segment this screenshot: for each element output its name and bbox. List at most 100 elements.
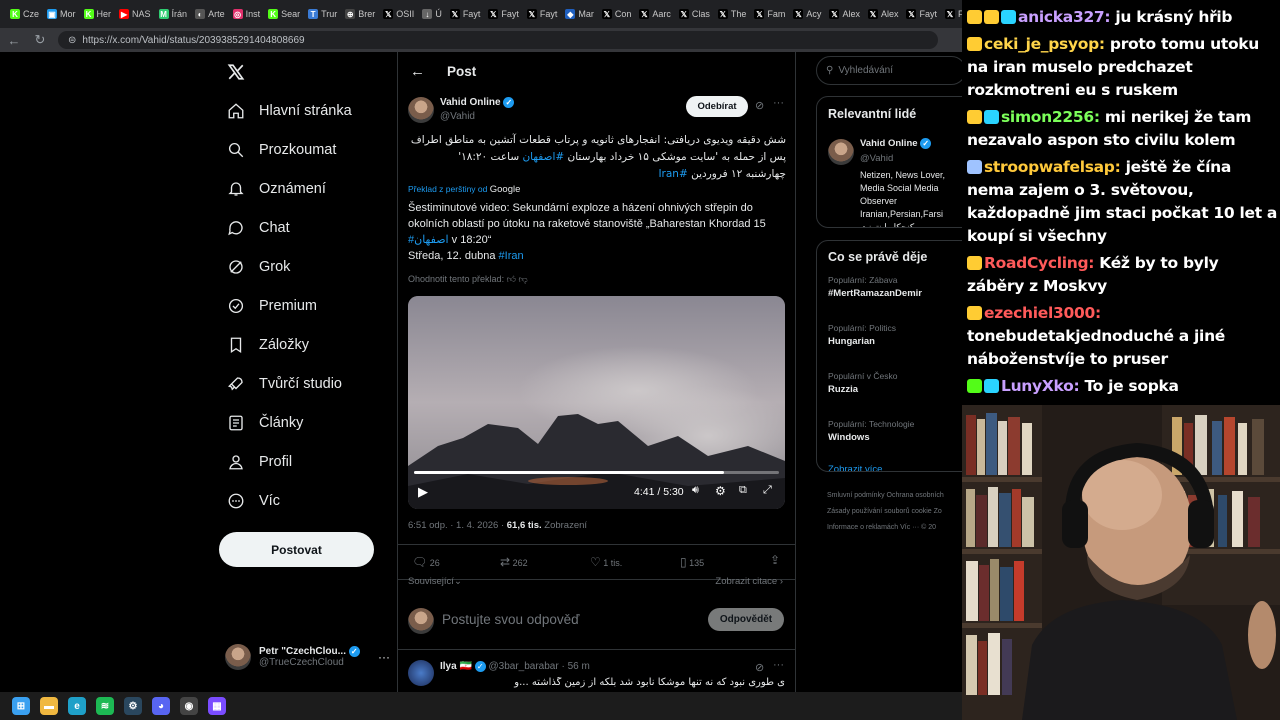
browser-tab[interactable]: ▶ NAS (115, 3, 155, 25)
address-bar[interactable]: ⊜ https://x.com/Vahid/status/20393852914… (58, 31, 938, 49)
chat-username[interactable]: stroopwafelsap (984, 158, 1115, 176)
browser-tab[interactable]: 𝕏 Acy (789, 3, 825, 25)
grok-icon[interactable]: ⊘ (755, 99, 764, 112)
browser-tab[interactable]: ◆ Mar (561, 3, 598, 25)
browser-tab[interactable]: 𝕏Fayt (523, 3, 562, 25)
show-more-link[interactable]: Zobrazit více (817, 460, 962, 471)
account-switcher[interactable]: Petr "CzechClou... ✓ @TrueCzechCloud ··· (225, 637, 390, 677)
more-dots-icon[interactable]: ··· (773, 97, 784, 109)
thumbs-up-icon[interactable]: 👍︎ (507, 274, 516, 284)
author-name[interactable]: Vahid Online (440, 97, 501, 108)
search-box[interactable]: ⚲ Vyhledávání (816, 56, 962, 85)
related-link[interactable]: Související (408, 576, 454, 587)
author-avatar[interactable] (408, 97, 434, 123)
browser-tab[interactable]: 𝕏Fayt (941, 3, 962, 25)
browser-tab[interactable]: 𝕏 The (714, 3, 751, 25)
search-input[interactable]: Vyhledávání (838, 65, 893, 76)
browser-tab[interactable]: K Her (80, 3, 116, 25)
browser-tab[interactable]: 𝕏 Alex (825, 3, 864, 25)
video-progress-track[interactable] (414, 471, 779, 474)
nav-item-search[interactable]: Prozkoumat (219, 130, 389, 169)
nav-item-home[interactable]: Hlavní stránka (219, 91, 389, 130)
app-icon[interactable]: ▦ (208, 697, 226, 715)
post-button[interactable]: Postovat (219, 532, 374, 567)
nav-item-grok[interactable]: Grok (219, 247, 389, 286)
translated-by-label[interactable]: Překlad z perštiny od (408, 184, 487, 194)
post-timestamp[interactable]: 6:51 odp. · 1. 4. 2026 · (408, 520, 507, 531)
browser-tab[interactable]: K Cze (6, 3, 43, 25)
reply-stat[interactable]: 🗨︎ 26 (412, 555, 440, 569)
discord-icon[interactable]: ◕ (152, 697, 170, 715)
chat-username[interactable]: ezechiel3000 (984, 304, 1095, 322)
hashtag-link[interactable]: #اصفهان (522, 151, 564, 163)
like-stat[interactable]: ♡ 1 tis. (590, 555, 622, 569)
nav-item-rocket[interactable]: Tvůrčí studio (219, 364, 389, 403)
more-dots-icon[interactable]: ··· (773, 659, 784, 671)
chat-username[interactable]: LunyXko (1001, 377, 1074, 395)
chat-username[interactable]: ceki_je_psyop (984, 35, 1099, 53)
browser-tab[interactable]: 𝕏Fayt (484, 3, 523, 25)
follow-button[interactable]: Odebírat (686, 96, 748, 117)
back-arrow-icon[interactable]: ← (6, 33, 22, 48)
spotify-icon[interactable]: ≋ (96, 697, 114, 715)
site-info-icon[interactable]: ⊜ (68, 35, 76, 46)
chat-username[interactable]: anicka327 (1018, 8, 1105, 26)
folder-icon[interactable]: ▬ (40, 697, 58, 715)
person-name[interactable]: Vahid Online (860, 138, 918, 149)
hashtag-link[interactable]: #Iran (499, 250, 524, 262)
video-player[interactable]: ▶ 4:41 / 5:30 🔊︎ ⚙ ⧉ ⤢ (408, 296, 785, 509)
volume-icon[interactable]: 🔊︎ (692, 484, 699, 497)
trend-item[interactable]: Populární: Technologie Windows (817, 419, 962, 460)
obs-icon[interactable]: ◉ (180, 697, 198, 715)
reply-input[interactable]: Postujte svou odpověď (442, 612, 579, 627)
reply-avatar[interactable] (408, 660, 434, 686)
browser-tab[interactable]: 𝕏 Con (598, 3, 636, 25)
browser-tab[interactable]: T Trur (304, 3, 341, 25)
settings-icon[interactable]: ⚙ (715, 484, 726, 498)
browser-tab[interactable]: 𝕏Fayt (902, 3, 941, 25)
picture-in-picture-icon[interactable]: ⧉ (739, 484, 747, 497)
browser-tab[interactable]: ↓ Ú (418, 3, 446, 25)
browser-tab[interactable]: ⊕ Brer (341, 3, 379, 25)
reply-button[interactable]: Odpovědět (708, 608, 784, 631)
person-avatar[interactable] (828, 139, 854, 165)
person-handle[interactable]: @Vahid (860, 153, 893, 164)
back-arrow-icon[interactable]: ← (410, 63, 425, 80)
windows-icon[interactable]: ⊞ (12, 697, 30, 715)
reply-handle[interactable]: @3bar_barabar (488, 661, 558, 672)
grok-icon[interactable]: ⊘ (755, 661, 764, 674)
browser-tab[interactable]: ◎ Inst (229, 3, 265, 25)
more-dots-icon[interactable]: ··· (378, 650, 390, 664)
edge-icon[interactable]: e (68, 697, 86, 715)
quotes-link[interactable]: Zobrazit citace (715, 576, 777, 587)
chat-username[interactable]: RoadCycling (984, 254, 1089, 272)
footer-line[interactable]: Smluvní podmínky Ochrana osobních (827, 488, 962, 504)
footer-line[interactable]: Zásady používání souborů cookie Zo (827, 504, 962, 520)
x-logo[interactable] (219, 52, 389, 91)
browser-tab[interactable]: ▣ Mor (43, 3, 80, 25)
nav-item-bookmark[interactable]: Záložky (219, 325, 389, 364)
hashtag-link[interactable]: #اصفهان (408, 234, 449, 246)
browser-tab[interactable]: 𝕏 Clas (675, 3, 714, 25)
reload-icon[interactable]: ↻ (32, 32, 48, 48)
nav-item-premium[interactable]: Premium (219, 286, 389, 325)
thumbs-down-icon[interactable]: 👎︎ (519, 274, 528, 284)
play-icon[interactable]: ▶ (418, 484, 428, 500)
browser-tab[interactable]: M Írán (155, 3, 192, 25)
trend-item[interactable]: Populární: Zábava #MertRamazanDemir (817, 275, 962, 316)
browser-tab[interactable]: 𝕏 Fam (750, 3, 789, 25)
reply-item[interactable]: Ilya 🇮🇷 ✓ @3bar_barabar · 56 m ⊘ ··· ی ط… (408, 658, 788, 692)
trend-item[interactable]: Populární v Česko Ruzzia (817, 371, 962, 412)
nav-item-more[interactable]: Víc (219, 481, 389, 520)
browser-tab[interactable]: 𝕏 Aarc (635, 3, 675, 25)
bookmark-stat[interactable]: ▯ 135 (680, 555, 704, 569)
browser-tab[interactable]: 𝕏Fayt (446, 3, 485, 25)
nav-item-profile[interactable]: Profil (219, 442, 389, 481)
browser-tab[interactable]: 𝕏 OSII (379, 3, 418, 25)
browser-tab[interactable]: K Sear (264, 3, 304, 25)
author-handle[interactable]: @Vahid (440, 111, 475, 122)
nav-item-article[interactable]: Články (219, 403, 389, 442)
hashtag-link[interactable]: #Iran (658, 168, 687, 180)
repost-stat[interactable]: ⇄ 262 (500, 555, 528, 569)
reply-author[interactable]: Ilya (440, 661, 457, 672)
